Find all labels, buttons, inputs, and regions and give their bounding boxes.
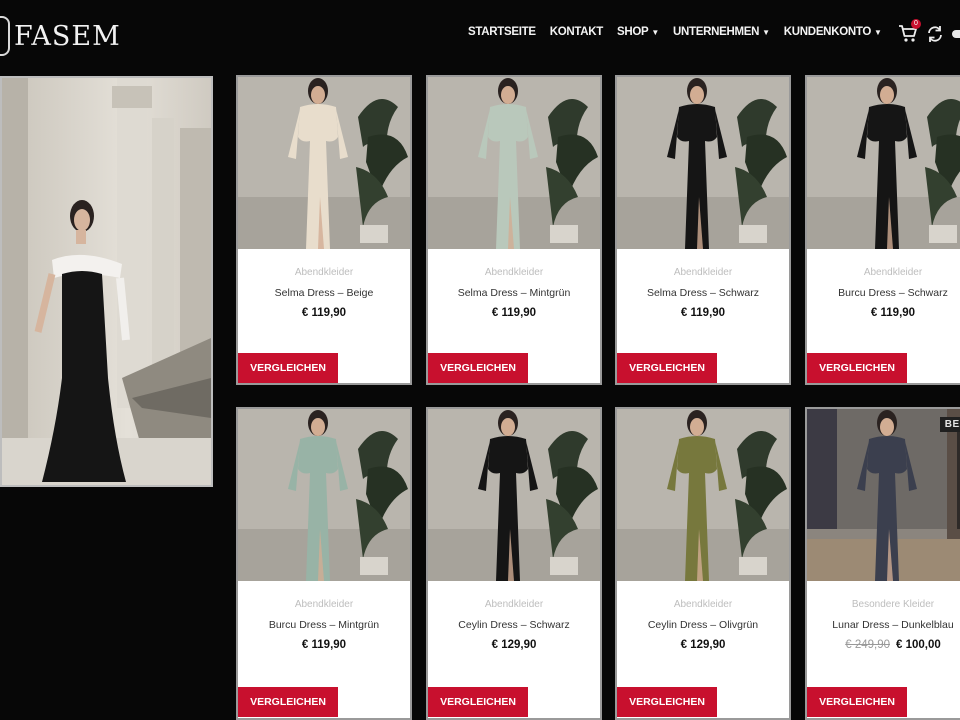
product-name[interactable]: Selma Dress – Mintgrün	[428, 287, 600, 300]
compare-button[interactable]: VERGLEICHEN	[238, 353, 338, 383]
nav-item-kontakt[interactable]: KONTAKT	[549, 26, 604, 38]
current-price: € 119,90	[680, 307, 726, 319]
product-card[interactable]: BEZU Besondere Kleider Lunar Dress – Dun…	[805, 407, 960, 720]
compare-button[interactable]: VERGLEICHEN	[807, 687, 907, 717]
product-image[interactable]	[238, 409, 410, 581]
compare-button[interactable]: VERGLEICHEN	[807, 353, 907, 383]
product-image[interactable]	[617, 77, 789, 249]
compare-button[interactable]: VERGLEICHEN	[428, 687, 528, 717]
hero-image	[0, 76, 213, 487]
product-price: € 119,90	[428, 307, 600, 319]
hero-photo	[2, 78, 211, 485]
cart-icon[interactable]: 0	[897, 19, 921, 44]
product-photo	[428, 409, 600, 581]
product-photo	[617, 77, 789, 249]
product-photo	[807, 409, 960, 581]
logo-mark	[0, 16, 10, 56]
product-card[interactable]: Abendkleider Selma Dress – Mintgrün € 11…	[426, 75, 602, 385]
product-card[interactable]: Abendkleider Burcu Dress – Schwarz € 119…	[805, 75, 960, 385]
product-name[interactable]: Lunar Dress – Dunkelblau	[807, 619, 960, 632]
product-name[interactable]: Ceylin Dress – Olivgrün	[617, 619, 789, 632]
product-price: € 129,90	[428, 639, 600, 651]
product-image[interactable]	[617, 409, 789, 581]
product-info: Abendkleider Burcu Dress – Schwarz € 119…	[807, 249, 960, 319]
main-nav: STARTSEITE KONTAKT SHOP ▼ UNTERNEHMEN ▼ KU…	[468, 26, 896, 38]
nav-item-kundenkonto[interactable]: KUNDENKONTO ▼	[784, 26, 882, 38]
product-photo	[238, 409, 410, 581]
old-price: € 249,90	[845, 639, 890, 651]
product-photo	[617, 409, 789, 581]
product-price: € 129,90	[617, 639, 789, 651]
nav-item-shop[interactable]: SHOP ▼	[617, 26, 659, 38]
compare-button[interactable]: VERGLEICHEN	[617, 353, 717, 383]
product-price: € 249,90 € 100,00	[807, 639, 960, 651]
header-edge-icon	[952, 30, 960, 38]
current-price: € 119,90	[870, 307, 916, 319]
product-card[interactable]: Abendkleider Ceylin Dress – Schwarz € 12…	[426, 407, 602, 720]
chevron-down-icon: ▼	[762, 27, 770, 37]
product-price: € 119,90	[807, 307, 960, 319]
product-info: Abendkleider Burcu Dress – Mintgrün € 11…	[238, 581, 410, 651]
nav-item-startseite[interactable]: STARTSEITE	[468, 26, 536, 38]
product-category[interactable]: Abendkleider	[617, 599, 789, 611]
product-info: Abendkleider Ceylin Dress – Olivgrün € 1…	[617, 581, 789, 651]
product-category[interactable]: Abendkleider	[238, 267, 410, 279]
product-name[interactable]: Selma Dress – Beige	[238, 287, 410, 300]
product-name[interactable]: Ceylin Dress – Schwarz	[428, 619, 600, 632]
product-image[interactable]	[238, 77, 410, 249]
current-price: € 119,90	[301, 639, 347, 651]
product-price: € 119,90	[238, 307, 410, 319]
nav-label: KUNDENKONTO	[783, 26, 872, 38]
nav-label: KONTAKT	[549, 26, 604, 38]
product-price: € 119,90	[238, 639, 410, 651]
product-image[interactable]	[428, 409, 600, 581]
product-name[interactable]: Burcu Dress – Schwarz	[807, 287, 960, 300]
product-name[interactable]: Selma Dress – Schwarz	[617, 287, 789, 300]
product-info: Abendkleider Selma Dress – Mintgrün € 11…	[428, 249, 600, 319]
product-image[interactable]	[807, 77, 960, 249]
refresh-icon-graphic	[928, 26, 942, 42]
current-price: € 100,00	[896, 639, 941, 651]
product-name[interactable]: Burcu Dress – Mintgrün	[238, 619, 410, 632]
product-price: € 119,90	[617, 307, 789, 319]
compare-button[interactable]: VERGLEICHEN	[428, 353, 528, 383]
nav-label: STARTSEITE	[468, 26, 536, 38]
sale-badge: BEZU	[939, 417, 960, 432]
product-info: Besondere Kleider Lunar Dress – Dunkelbl…	[807, 581, 960, 651]
product-category[interactable]: Abendkleider	[428, 267, 600, 279]
product-info: Abendkleider Selma Dress – Schwarz € 119…	[617, 249, 789, 319]
cart-count-badge: 0	[911, 19, 921, 29]
site-header: FASEM STARTSEITE KONTAKT SHOP ▼ UNTERNEHM…	[0, 0, 960, 70]
product-category[interactable]: Besondere Kleider	[807, 599, 960, 611]
nav-label: UNTERNEHMEN	[673, 26, 760, 38]
nav-label: SHOP	[616, 26, 649, 38]
product-category[interactable]: Abendkleider	[428, 599, 600, 611]
chevron-down-icon: ▼	[651, 27, 660, 37]
chevron-down-icon: ▼	[874, 27, 882, 37]
product-category[interactable]: Abendkleider	[617, 267, 789, 279]
compare-button[interactable]: VERGLEICHEN	[238, 687, 338, 717]
brand-logo[interactable]: FASEM	[0, 14, 121, 58]
product-info: Abendkleider Selma Dress – Beige € 119,9…	[238, 249, 410, 319]
product-category[interactable]: Abendkleider	[238, 599, 410, 611]
product-card[interactable]: Abendkleider Burcu Dress – Mintgrün € 11…	[236, 407, 412, 720]
current-price: € 129,90	[491, 639, 537, 651]
compare-button[interactable]: VERGLEICHEN	[617, 687, 717, 717]
nav-item-unternehmen[interactable]: UNTERNEHMEN ▼	[673, 26, 770, 38]
product-photo	[807, 77, 960, 249]
current-price: € 119,90	[301, 307, 347, 319]
product-photo	[428, 77, 600, 249]
current-price: € 129,90	[680, 639, 726, 651]
product-category[interactable]: Abendkleider	[807, 267, 960, 279]
product-image[interactable]	[428, 77, 600, 249]
product-card[interactable]: Abendkleider Ceylin Dress – Olivgrün € 1…	[615, 407, 791, 720]
product-image[interactable]: BEZU	[807, 409, 960, 581]
refresh-icon[interactable]	[925, 24, 945, 44]
product-photo	[238, 77, 410, 249]
product-info: Abendkleider Ceylin Dress – Schwarz € 12…	[428, 581, 600, 651]
current-price: € 119,90	[491, 307, 537, 319]
brand-name: FASEM	[14, 20, 121, 52]
product-card[interactable]: Abendkleider Selma Dress – Beige € 119,9…	[236, 75, 412, 385]
product-card[interactable]: Abendkleider Selma Dress – Schwarz € 119…	[615, 75, 791, 385]
